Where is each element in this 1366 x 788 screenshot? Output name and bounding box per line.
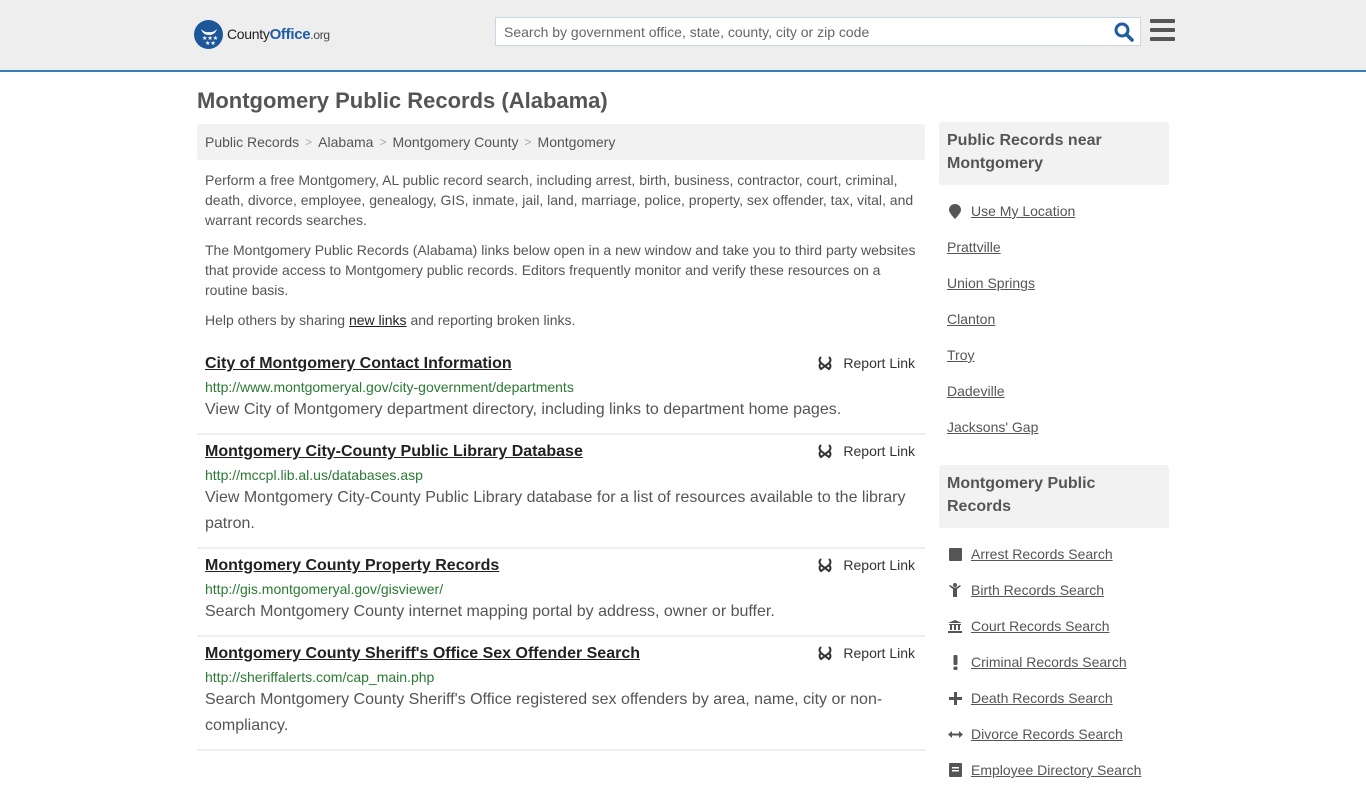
result-item: Montgomery County Property Records Repor… (197, 549, 925, 637)
nearby-city-link[interactable]: Troy (947, 347, 974, 363)
records-link[interactable]: Divorce Records Search (971, 726, 1123, 742)
breadcrumb-separator: > (305, 135, 313, 149)
new-links-link[interactable]: new links (349, 312, 407, 328)
nearby-city-item: Prattville (947, 229, 1161, 265)
broken-link-icon (818, 558, 832, 573)
result-description: Search Montgomery County internet mappin… (205, 603, 775, 620)
records-link[interactable]: Employee Directory Search (971, 762, 1141, 778)
result-item: Montgomery County Sheriff's Office Sex O… (197, 637, 925, 751)
nearby-heading: Public Records near Montgomery (939, 122, 1169, 185)
result-url: http://gis.montgomeryal.gov/gisviewer/ (205, 581, 444, 597)
intro-paragraph-2: The Montgomery Public Records (Alabama) … (205, 242, 916, 298)
result-item: City of Montgomery Contact Information R… (197, 347, 925, 435)
death-icon (947, 691, 963, 705)
birth-icon (947, 583, 963, 597)
report-link-button[interactable]: Report Link (817, 645, 915, 661)
nearby-city-link[interactable]: Dadeville (947, 383, 1005, 399)
report-link-button[interactable]: Report Link (817, 355, 915, 371)
breadcrumb-alabama[interactable]: Alabama (318, 134, 373, 150)
nearby-city-link[interactable]: Prattville (947, 239, 1001, 255)
breadcrumb-public-records[interactable]: Public Records (205, 134, 299, 150)
result-description: View City of Montgomery department direc… (205, 401, 842, 418)
result-item: Montgomery City-County Public Library Da… (197, 435, 925, 549)
svg-text:★★: ★★ (205, 40, 216, 46)
nearby-city-item: Troy (947, 337, 1161, 373)
logo-eagle-icon: ★★★ ★★ (194, 20, 223, 49)
nearby-city-item: Union Springs (947, 265, 1161, 301)
criminal-icon (947, 654, 963, 670)
broken-link-icon (818, 356, 832, 371)
records-heading: Montgomery Public Records (939, 465, 1169, 528)
main-content: Public Records > Alabama > Montgomery Co… (197, 124, 925, 751)
result-title-link[interactable]: Montgomery County Property Records (205, 555, 499, 577)
result-url: http://mccpl.lib.al.us/databases.asp (205, 467, 423, 483)
nearby-list: Use My Location Prattville Union Springs… (939, 185, 1169, 445)
logo-text: CountyOffice.org (227, 26, 330, 43)
report-link-button[interactable]: Report Link (817, 557, 915, 573)
intro-paragraph-1: Perform a free Montgomery, AL public rec… (205, 172, 914, 228)
broken-link-icon (818, 646, 832, 661)
use-my-location-item: Use My Location (947, 193, 1161, 229)
nearby-city-link[interactable]: Jacksons' Gap (947, 419, 1038, 435)
records-item: Divorce Records Search (947, 716, 1161, 752)
search-input[interactable] (496, 18, 1096, 45)
employee-icon (947, 763, 963, 777)
records-item: Death Records Search (947, 680, 1161, 716)
breadcrumb-montgomery: Montgomery (537, 134, 616, 150)
records-block: Montgomery Public Records Arrest Records… (939, 465, 1169, 788)
search-button[interactable] (1114, 22, 1134, 42)
records-item: Employee Directory Search (947, 752, 1161, 788)
breadcrumb-separator: > (524, 135, 532, 149)
report-link-button[interactable]: Report Link (817, 443, 915, 459)
result-url: http://sheriffalerts.com/cap_main.php (205, 669, 435, 685)
breadcrumb-montgomery-county[interactable]: Montgomery County (392, 134, 518, 150)
map-marker-icon (947, 203, 963, 219)
nearby-city-item: Clanton (947, 301, 1161, 337)
nearby-city-item: Jacksons' Gap (947, 409, 1161, 445)
records-link[interactable]: Birth Records Search (971, 582, 1104, 598)
nearby-city-link[interactable]: Union Springs (947, 275, 1035, 291)
nearby-city-item: Dadeville (947, 373, 1161, 409)
court-icon (947, 619, 963, 633)
records-item: Arrest Records Search (947, 536, 1161, 572)
search-box (495, 17, 1141, 46)
sidebar: Public Records near Montgomery Use My Lo… (939, 122, 1169, 788)
site-header: ★★★ ★★ CountyOffice.org (0, 0, 1366, 72)
page-title: Montgomery Public Records (Alabama) (197, 88, 608, 113)
records-list: Arrest Records Search Birth Records Sear… (939, 528, 1169, 788)
results-list: City of Montgomery Contact Information R… (197, 347, 925, 751)
hamburger-menu-icon[interactable] (1150, 19, 1175, 41)
records-link[interactable]: Court Records Search (971, 618, 1110, 634)
result-title-link[interactable]: Montgomery County Sheriff's Office Sex O… (205, 643, 640, 665)
breadcrumb-separator: > (379, 135, 387, 149)
records-item: Birth Records Search (947, 572, 1161, 608)
intro-text: Perform a free Montgomery, AL public rec… (197, 170, 925, 330)
broken-link-icon (818, 444, 832, 459)
use-my-location-link[interactable]: Use My Location (971, 203, 1075, 219)
breadcrumb: Public Records > Alabama > Montgomery Co… (197, 124, 925, 160)
records-link[interactable]: Arrest Records Search (971, 546, 1113, 562)
result-title-link[interactable]: Montgomery City-County Public Library Da… (205, 441, 583, 463)
nearby-city-link[interactable]: Clanton (947, 311, 995, 327)
result-url: http://www.montgomeryal.gov/city-governm… (205, 379, 574, 395)
divorce-icon (947, 730, 963, 739)
records-link[interactable]: Criminal Records Search (971, 654, 1127, 670)
site-logo[interactable]: ★★★ ★★ CountyOffice.org (194, 20, 330, 49)
records-item: Criminal Records Search (947, 644, 1161, 680)
arrest-icon (947, 547, 963, 561)
search-icon (1114, 22, 1134, 42)
intro-paragraph-3: Help others by sharing new links and rep… (205, 312, 576, 328)
result-description: View Montgomery City-County Public Libra… (205, 489, 906, 532)
result-description: Search Montgomery County Sheriff's Offic… (205, 691, 883, 734)
result-title-link[interactable]: City of Montgomery Contact Information (205, 353, 512, 375)
records-item: Court Records Search (947, 608, 1161, 644)
records-link[interactable]: Death Records Search (971, 690, 1113, 706)
